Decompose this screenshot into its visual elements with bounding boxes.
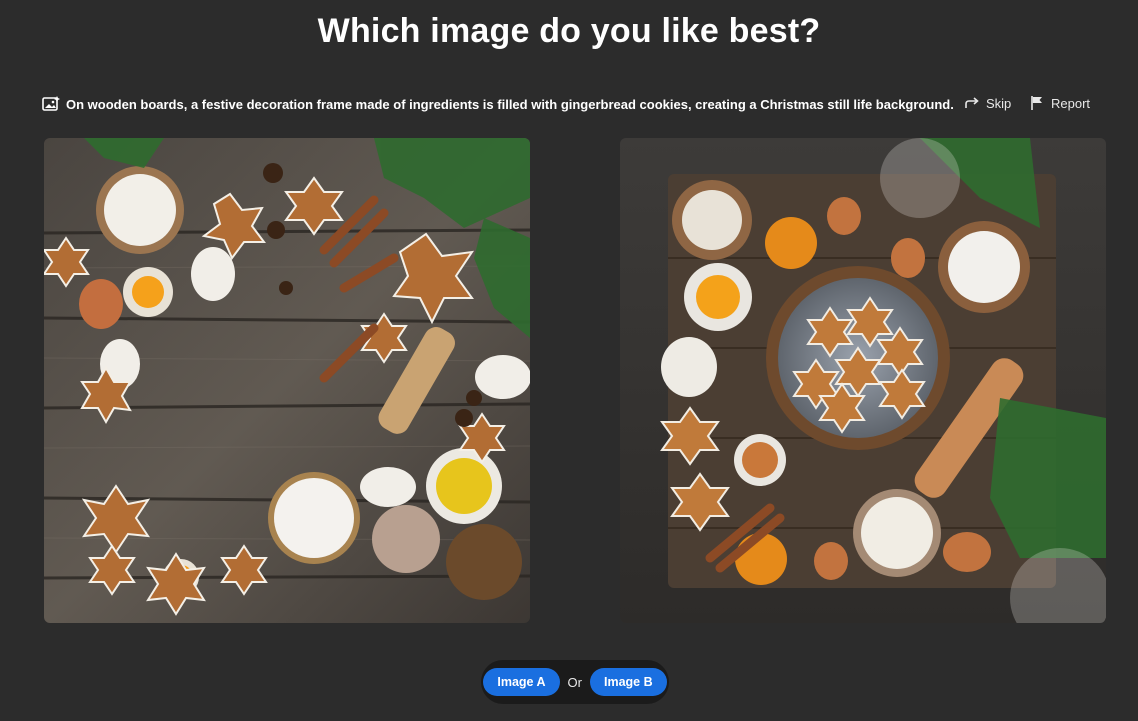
prompt-text: On wooden boards, a festive decoration f…: [66, 96, 954, 112]
skip-label: Skip: [986, 95, 1012, 111]
choice-bar: Image A Or Image B: [481, 660, 669, 704]
flag-icon: [1031, 96, 1042, 110]
skip-button[interactable]: Skip: [964, 95, 1011, 111]
page-title: Which image do you like best?: [317, 12, 821, 50]
or-separator: Or: [567, 674, 582, 690]
image-a-button[interactable]: Image A: [483, 668, 560, 696]
skip-arrow-icon: [965, 97, 979, 108]
prompt-row: On wooden boards, a festive decoration f…: [42, 93, 1102, 115]
image-a-photo: [44, 138, 530, 623]
image-a[interactable]: [44, 138, 530, 623]
comparison-page: Which image do you like best? On wooden …: [0, 0, 1138, 721]
report-button[interactable]: Report: [1029, 95, 1090, 111]
image-b-photo: [620, 138, 1106, 623]
ai-image-icon: [42, 96, 60, 111]
image-b-button[interactable]: Image B: [589, 668, 667, 696]
image-b[interactable]: [620, 138, 1106, 623]
report-label: Report: [1051, 95, 1091, 111]
